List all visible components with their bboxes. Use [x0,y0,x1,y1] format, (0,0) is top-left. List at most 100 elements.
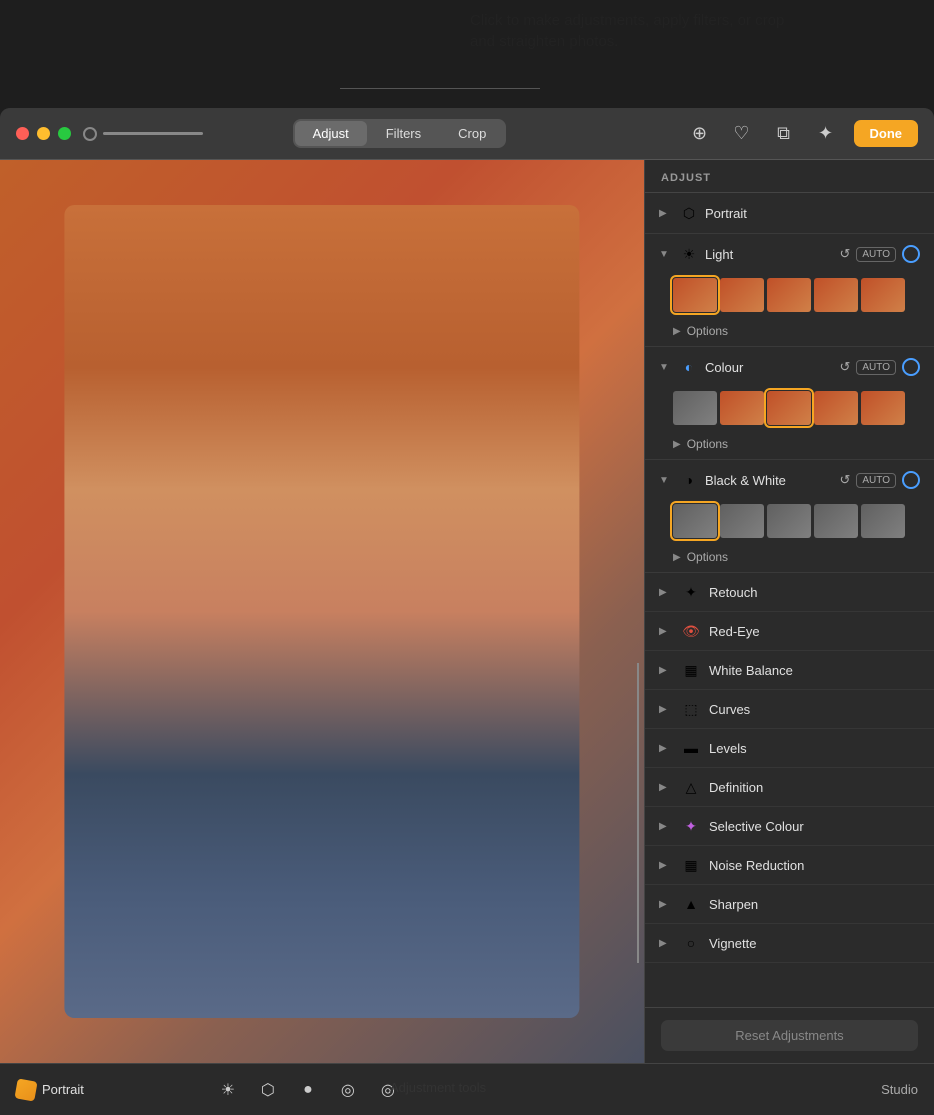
section-colour-header[interactable]: ▼ ◐ Colour ↺ AUTO [645,347,934,387]
bw-thumb-2[interactable] [720,504,764,538]
item-curves[interactable]: ▶ ⬚ Curves [645,690,934,729]
item-selective-colour[interactable]: ▶ ✦ Selective Colour [645,807,934,846]
light-icon: ☀ [679,244,699,264]
item-definition[interactable]: ▶ △ Definition [645,768,934,807]
tooltip-text: Click to make adjustments, apply filters… [470,12,784,50]
undo-light-icon[interactable]: ↺ [839,246,850,262]
white-balance-icon: ▦ [681,660,701,680]
colour-options-label: Options [687,437,728,451]
light-controls: ↺ AUTO [839,245,920,263]
done-button[interactable]: Done [854,120,919,147]
bw-label: Black & White [705,473,833,488]
chevron-vignette-icon: ▶ [659,938,673,949]
colour-thumb-2[interactable] [720,391,764,425]
sharpen-label: Sharpen [709,897,920,912]
content-area: ADJUST ▶ ⬡ Portrait ▼ ☀ Light [0,160,934,1063]
auto-colour-button[interactable]: AUTO [856,360,896,375]
item-noise-reduction[interactable]: ▶ ▦ Noise Reduction [645,846,934,885]
magic-icon[interactable]: ✦ [812,120,840,148]
undo-colour-icon[interactable]: ↺ [839,359,850,375]
section-portrait-header[interactable]: ▶ ⬡ Portrait [645,193,934,233]
section-portrait: ▶ ⬡ Portrait [645,193,934,234]
colour-thumb-1[interactable] [673,391,717,425]
section-bw: ▼ ◑ Black & White ↺ AUTO [645,460,934,573]
studio-label: Studio [881,1082,918,1097]
section-colour: ▼ ◐ Colour ↺ AUTO [645,347,934,460]
light-thumb-1[interactable] [673,278,717,312]
bottom-icons: ☀ ⬡ ● ◎ ◎ [216,1078,400,1102]
portrait-badge-label: Portrait [42,1082,84,1097]
light-thumb-4[interactable] [814,278,858,312]
section-bw-header[interactable]: ▼ ◑ Black & White ↺ AUTO [645,460,934,500]
section-light-header[interactable]: ▼ ☀ Light ↺ AUTO [645,234,934,274]
item-red-eye[interactable]: ▶ 👁 Red-Eye [645,612,934,651]
tab-filters[interactable]: Filters [368,121,439,146]
item-white-balance[interactable]: ▶ ▦ White Balance [645,651,934,690]
tab-crop[interactable]: Crop [440,121,504,146]
chevron-red-eye-icon: ▶ [659,626,673,637]
circle-icon[interactable]: ● [296,1078,320,1102]
chevron-bw-icon: ▼ [659,475,673,486]
share-icon[interactable]: ⧉ [770,120,798,148]
auto-bw-button[interactable]: AUTO [856,473,896,488]
light-options-label: Options [687,324,728,338]
sharpen-icon: ▲ [681,894,701,914]
chevron-portrait-icon: ▶ [659,208,673,219]
curves-label: Curves [709,702,920,717]
traffic-lights [16,127,71,140]
retouch-label: Retouch [709,585,920,600]
brightness-slider[interactable] [83,127,203,141]
chevron-levels-icon: ▶ [659,743,673,754]
retouch-icon: ✦ [681,582,701,602]
ring-icon[interactable]: ◎ [336,1078,360,1102]
white-balance-label: White Balance [709,663,920,678]
vignette-label: Vignette [709,936,920,951]
item-retouch[interactable]: ▶ ✦ Retouch [645,573,934,612]
photo-display [0,160,644,1063]
slider-icon [83,127,97,141]
tooltip-line [340,88,540,89]
colour-controls: ↺ AUTO [839,358,920,376]
tab-adjust[interactable]: Adjust [295,121,367,146]
bw-thumb-1[interactable] [673,504,717,538]
titlebar-right: ⊕ ♡ ⧉ ✦ Done [686,120,919,148]
colour-thumb-4[interactable] [814,391,858,425]
item-levels[interactable]: ▶ ▬ Levels [645,729,934,768]
bw-options-row[interactable]: ▶ Options [645,546,934,572]
bw-thumb-4[interactable] [814,504,858,538]
light-thumb-2[interactable] [720,278,764,312]
colour-thumb-5[interactable] [861,391,905,425]
close-button[interactable] [16,127,29,140]
vignette-icon: ○ [681,933,701,953]
auto-light-button[interactable]: AUTO [856,247,896,262]
minimize-button[interactable] [37,127,50,140]
toggle-bw-button[interactable] [902,471,920,489]
light-options-row[interactable]: ▶ Options [645,320,934,346]
bw-thumb-3[interactable] [767,504,811,538]
maximize-button[interactable] [58,127,71,140]
chevron-definition-icon: ▶ [659,782,673,793]
light-thumb-5[interactable] [861,278,905,312]
reset-adjustments-button[interactable]: Reset Adjustments [661,1020,918,1051]
more-options-icon[interactable]: ⊕ [686,120,714,148]
colour-options-row[interactable]: ▶ Options [645,433,934,459]
tab-group: Adjust Filters Crop [293,119,507,148]
item-vignette[interactable]: ▶ ○ Vignette [645,924,934,963]
sun-small-icon[interactable]: ☀ [216,1078,240,1102]
toggle-light-button[interactable] [902,245,920,263]
cube-icon[interactable]: ⬡ [256,1078,280,1102]
colour-thumb-3[interactable] [767,391,811,425]
chevron-selective-colour-icon: ▶ [659,821,673,832]
adjust-list: ▶ ⬡ Portrait ▼ ☀ Light ↺ AUTO [645,193,934,1007]
light-thumb-3[interactable] [767,278,811,312]
light-thumbnails [645,274,934,320]
favorite-icon[interactable]: ♡ [728,120,756,148]
chevron-light-options-icon: ▶ [673,326,681,337]
chevron-colour-icon: ▼ [659,362,673,373]
chevron-bw-options-icon: ▶ [673,552,681,563]
toggle-colour-button[interactable] [902,358,920,376]
undo-bw-icon[interactable]: ↺ [839,472,850,488]
bw-thumb-5[interactable] [861,504,905,538]
item-sharpen[interactable]: ▶ ▲ Sharpen [645,885,934,924]
slider-track [103,132,203,135]
